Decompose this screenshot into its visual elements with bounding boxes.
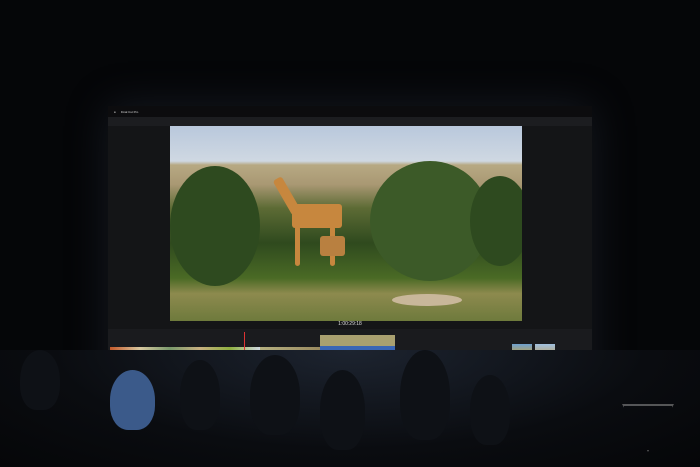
toolbar <box>108 117 592 126</box>
app-name: Final Cut Pro <box>120 109 139 114</box>
apple-icon: ● <box>114 109 116 114</box>
video-viewer <box>170 126 522 321</box>
menu-bar: ● Final Cut Pro <box>108 106 592 117</box>
lion <box>392 294 462 306</box>
audience <box>0 350 700 467</box>
timecode-display: 1:00:29:18 <box>338 321 362 327</box>
